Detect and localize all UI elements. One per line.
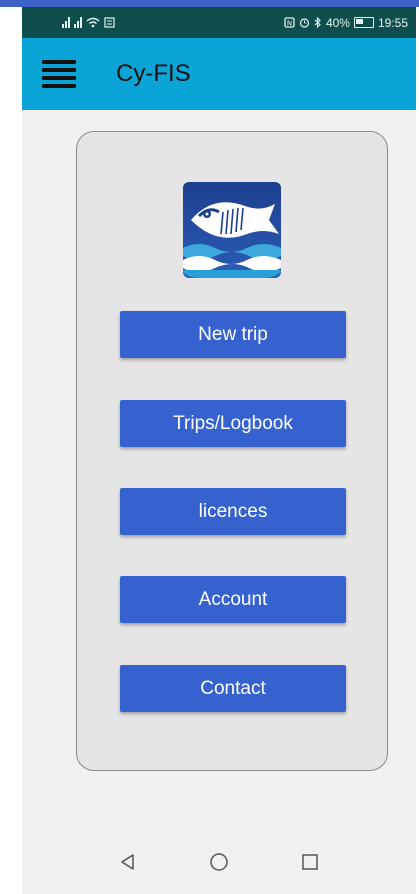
- top-strip: [0, 0, 419, 7]
- app-title: Cy-FIS: [116, 60, 191, 87]
- recents-icon[interactable]: [295, 847, 325, 877]
- svg-text:N: N: [287, 19, 292, 27]
- nfc-icon: N: [284, 17, 295, 28]
- new-trip-button[interactable]: New trip: [120, 311, 346, 358]
- left-gutter: [0, 7, 22, 894]
- battery-icon: [353, 17, 374, 28]
- hamburger-menu-icon[interactable]: [42, 60, 76, 88]
- licences-button[interactable]: licences: [120, 488, 346, 535]
- battery-percent: 40%: [325, 15, 350, 30]
- trips-logbook-button[interactable]: Trips/Logbook: [120, 400, 346, 447]
- home-icon[interactable]: [204, 847, 234, 877]
- bluetooth-icon: [314, 17, 321, 28]
- wifi-icon: [86, 17, 100, 28]
- signal-icon: [74, 17, 82, 28]
- fish-logo-icon: [183, 182, 281, 278]
- app-bar: Cy-FIS: [22, 38, 416, 110]
- signal-icon: [62, 17, 70, 28]
- menu-card: New trip Trips/Logbook licences Account …: [76, 131, 388, 771]
- clock: 19:55: [377, 15, 408, 30]
- account-button[interactable]: Account: [120, 576, 346, 623]
- alarm-icon: [299, 18, 310, 28]
- back-icon[interactable]: [113, 847, 143, 877]
- status-bar: N 40% 19:55: [22, 7, 416, 38]
- contact-button[interactable]: Contact: [120, 665, 346, 712]
- navigation-bar: [22, 830, 416, 894]
- data-icon: [104, 17, 115, 28]
